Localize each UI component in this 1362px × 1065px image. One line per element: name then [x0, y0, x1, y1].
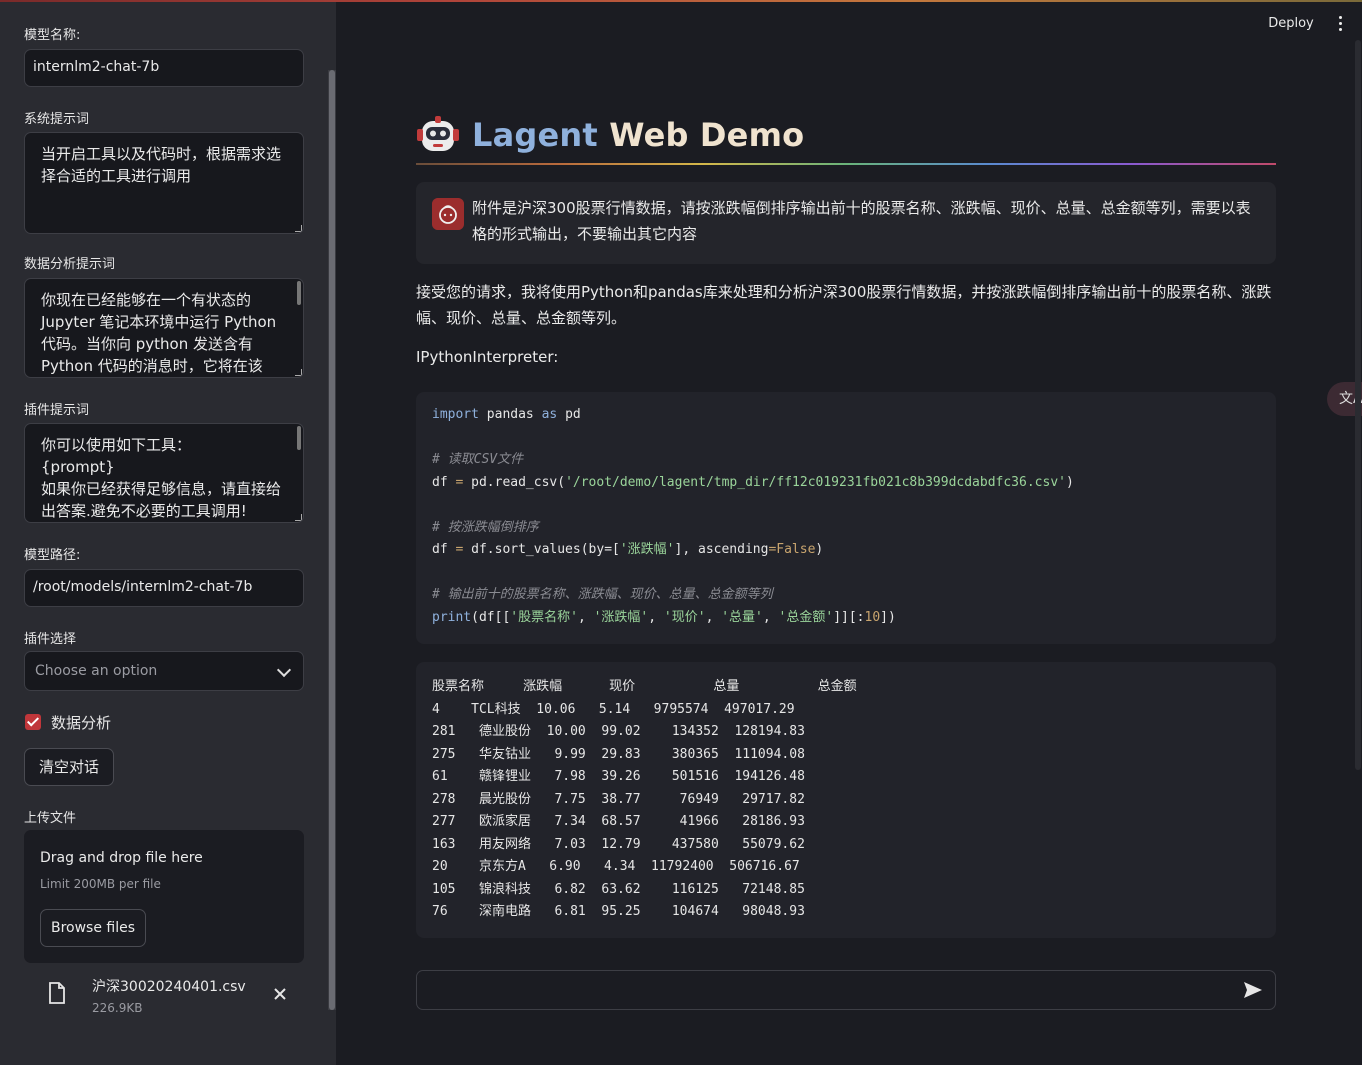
deploy-button[interactable]: Deploy	[1260, 13, 1322, 35]
output-header: 股票名称 涨跌幅 现价 总量 总金额	[432, 679, 857, 694]
robot-icon	[417, 116, 459, 151]
plugin-select-placeholder: Choose an option	[35, 663, 158, 679]
send-icon[interactable]	[1243, 981, 1263, 999]
clear-chat-button[interactable]: 清空对话	[24, 748, 114, 786]
tool-name: IPythonInterpreter:	[416, 348, 559, 366]
model-name-label: 模型名称:	[24, 28, 81, 43]
sidebar-scrollbar[interactable]	[328, 70, 336, 1010]
output-row: 61 赣锋锂业 7.98 39.26 501516 194126.48	[432, 769, 805, 784]
user-avatar-icon	[432, 198, 464, 230]
output-row: 275 华友钴业 9.99 29.83 380365 111094.08	[432, 746, 805, 762]
output-row: 278 晨光股份 7.75 38.77 76949 29717.82	[432, 791, 805, 807]
assistant-message-text: 接受您的请求，我将使用Python和pandas库来处理和分析沪深300股票行情…	[416, 283, 1272, 327]
textarea-scrollbar[interactable]	[297, 281, 301, 305]
page-title: Lagent Web Demo	[416, 110, 804, 160]
output-row: 163 用友网络 7.03 12.79 437580 55079.62	[432, 836, 805, 852]
file-upload-dropzone[interactable]: Drag and drop file here Limit 200MB per …	[24, 830, 304, 963]
output-row: 76 深南电路 6.81 95.25 104674 98048.93	[432, 904, 805, 919]
chat-input[interactable]	[416, 970, 1276, 1010]
title-divider	[416, 163, 1276, 165]
plugin-prompt-label: 插件提示词	[24, 403, 90, 418]
model-path-label: 模型路径:	[24, 548, 81, 563]
output-row: 105 锦浪科技 6.82 63.62 116125 72148.85	[432, 881, 805, 897]
system-prompt-label: 系统提示词	[24, 112, 90, 127]
title-rest: Web Demo	[597, 116, 805, 154]
resize-handle[interactable]	[295, 514, 302, 521]
plugin-select-dropdown[interactable]: Choose an option	[24, 651, 304, 691]
upload-limit-text: Limit 200MB per file	[40, 877, 161, 891]
sidebar-scrollbar-thumb[interactable]	[329, 70, 335, 1010]
system-prompt-textarea[interactable]: 当开启工具以及代码时，根据需求选择合适的工具进行调用	[24, 132, 304, 234]
resize-handle[interactable]	[295, 225, 302, 232]
file-size: 226.9KB	[92, 1001, 143, 1015]
user-message-text: 附件是沪深300股票行情数据，请按涨跌幅倒排序输出前十的股票名称、涨跌幅、现价、…	[472, 199, 1251, 243]
output-row: 281 德业股份 10.00 99.02 134352 128194.83	[432, 724, 805, 739]
file-icon	[49, 982, 65, 1004]
more-options-icon[interactable]	[1334, 16, 1346, 34]
uploaded-file-item: 沪深30020240401.csv 226.9KB	[24, 972, 304, 1022]
plugin-prompt-text: 你可以使用如下工具： {prompt} 如果你已经获得足够信息，请直接给出答案.…	[41, 436, 282, 520]
chevron-down-icon	[276, 662, 292, 678]
plugin-prompt-textarea[interactable]: 你可以使用如下工具： {prompt} 如果你已经获得足够信息，请直接给出答案.…	[24, 423, 304, 523]
code-output-block: 股票名称 涨跌幅 现价 总量 总金额 4 TCL科技 10.06 5.14 97…	[416, 662, 1276, 938]
data-analysis-prompt-textarea[interactable]: 你现在已经能够在一个有状态的Jupyter 笔记本环境中运行 Python 代码…	[24, 278, 304, 378]
model-name-input[interactable]: internlm2-chat-7b	[24, 49, 304, 87]
code-comment: # 读取CSV文件	[432, 452, 524, 467]
textarea-scrollbar[interactable]	[297, 426, 301, 450]
data-analysis-checkbox[interactable]	[25, 714, 41, 730]
model-path-input[interactable]: /root/models/internlm2-chat-7b	[24, 569, 304, 607]
data-analysis-prompt-text: 你现在已经能够在一个有状态的Jupyter 笔记本环境中运行 Python 代码…	[41, 291, 281, 375]
sidebar: 模型名称: internlm2-chat-7b 系统提示词 当开启工具以及代码时…	[0, 2, 336, 1065]
output-row: 4 TCL科技 10.06 5.14 9795574 497017.29	[432, 701, 795, 717]
close-icon[interactable]	[273, 987, 287, 1001]
output-row: 277 欧派家居 7.34 68.57 41966 28186.93	[432, 814, 805, 829]
code-comment: # 输出前十的股票名称、涨跌幅、现价、总量、总金额等列	[432, 587, 773, 602]
user-message: 附件是沪深300股票行情数据，请按涨跌幅倒排序输出前十的股票名称、涨跌幅、现价、…	[416, 182, 1276, 264]
file-name: 沪深30020240401.csv	[92, 979, 246, 995]
plugin-select-label: 插件选择	[24, 632, 77, 647]
data-analysis-label: 数据分析	[51, 713, 112, 732]
resize-handle[interactable]	[295, 369, 302, 376]
upload-label: 上传文件	[24, 811, 77, 826]
browse-files-button[interactable]: Browse files	[40, 909, 146, 947]
code-comment: # 按涨跌幅倒排序	[432, 519, 539, 535]
title-highlight: Lagent	[472, 116, 598, 154]
output-row: 20 京东方A 6.90 4.34 11792400 506716.67	[432, 859, 800, 874]
system-prompt-text: 当开启工具以及代码时，根据需求选择合适的工具进行调用	[41, 145, 282, 185]
upload-drag-text: Drag and drop file here	[40, 850, 203, 866]
data-analysis-checkbox-row[interactable]: 数据分析	[25, 711, 111, 733]
main-scrollbar[interactable]	[1355, 40, 1361, 770]
code-block: import pandas as pd # 读取CSV文件 df = pd.re…	[416, 392, 1276, 644]
data-analysis-prompt-label: 数据分析提示词	[24, 257, 116, 272]
